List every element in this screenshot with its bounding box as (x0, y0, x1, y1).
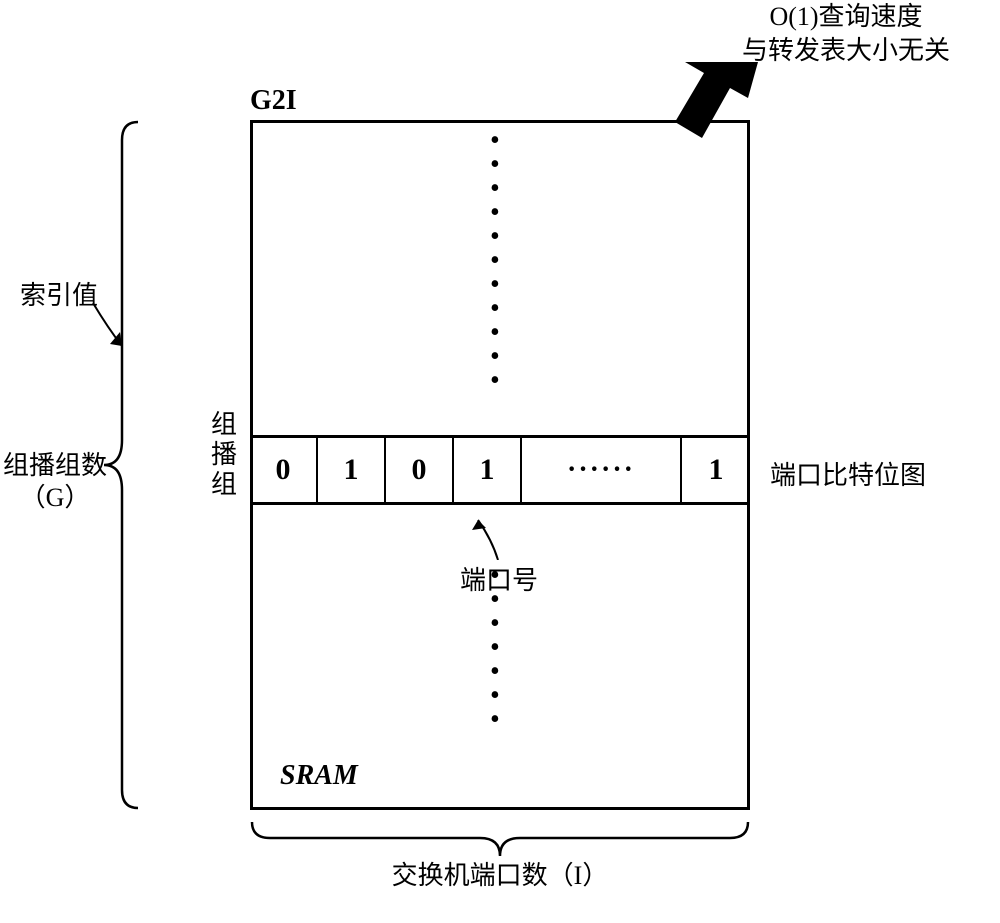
curly-brace-icon (250, 820, 750, 860)
index-value-label: 索引值 (20, 275, 98, 312)
lookup-speed-line1: O(1)查询速度 (769, 2, 922, 31)
switch-ports-label: 交换机端口数（I） (250, 855, 750, 892)
row-cell: 1 (454, 438, 522, 502)
index-arrow-icon (90, 300, 140, 360)
row-cell: 0 (386, 438, 454, 502)
lookup-speed-line2: 与转发表大小无关 (742, 36, 950, 65)
row-cell: 0 (250, 438, 318, 502)
port-bitmap-label: 端口比特位图 (770, 455, 926, 492)
row-cell: 1 (318, 438, 386, 502)
top-dots: ••• ••• ••• •• (490, 135, 500, 399)
mcast-count-label: 组播组数 （G） (0, 450, 110, 514)
row-cell: 1 (682, 438, 750, 502)
bottom-brace (250, 820, 750, 860)
lookup-speed-note: O(1)查询速度 与转发表大小无关 (742, 0, 950, 68)
example-row: 0 1 0 1 ······ 1 (250, 435, 750, 505)
row-cell-ellipsis: ······ (522, 438, 682, 502)
port-number-label: 端口号 (460, 560, 538, 597)
port-number-arrow-icon (470, 510, 510, 560)
sram-label: SRAM (280, 760, 358, 792)
mcast-group-vertical-label: 组 播 组 (210, 410, 238, 500)
g2i-title: G2I (250, 85, 297, 117)
